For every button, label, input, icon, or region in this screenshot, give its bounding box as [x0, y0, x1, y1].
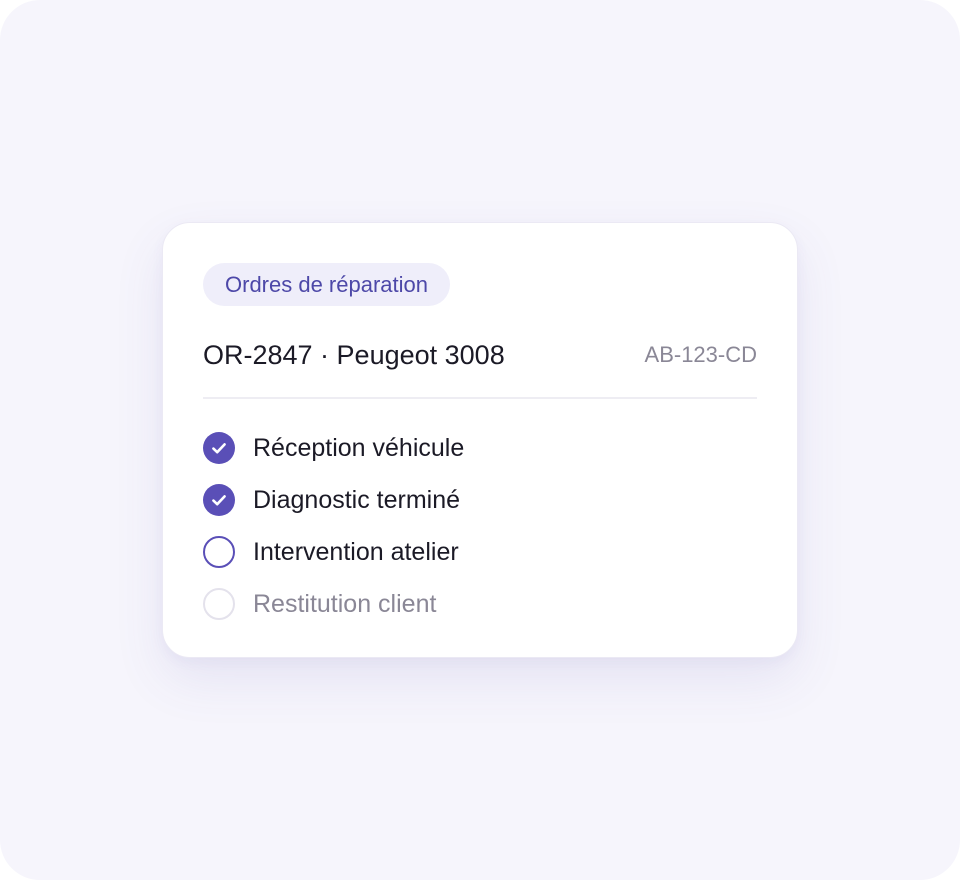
repair-order-card: Ordres de réparation OR-2847 · Peugeot 3…	[162, 222, 798, 658]
step-label: Réception véhicule	[253, 434, 465, 462]
circle-outline-icon	[203, 536, 235, 568]
step-label: Intervention atelier	[253, 538, 459, 566]
license-plate: AB-123-CD	[644, 342, 757, 367]
app-background: Ordres de réparation OR-2847 · Peugeot 3…	[0, 0, 960, 880]
step-label: Restitution client	[253, 590, 437, 618]
order-title: OR-2847 · Peugeot 3008	[203, 340, 505, 370]
category-chip[interactable]: Ordres de réparation	[203, 263, 450, 306]
check-circle-icon	[203, 432, 235, 464]
circle-outline-icon	[203, 588, 235, 620]
check-circle-icon	[203, 484, 235, 516]
step-label: Diagnostic terminé	[253, 486, 461, 514]
divider	[203, 397, 757, 399]
